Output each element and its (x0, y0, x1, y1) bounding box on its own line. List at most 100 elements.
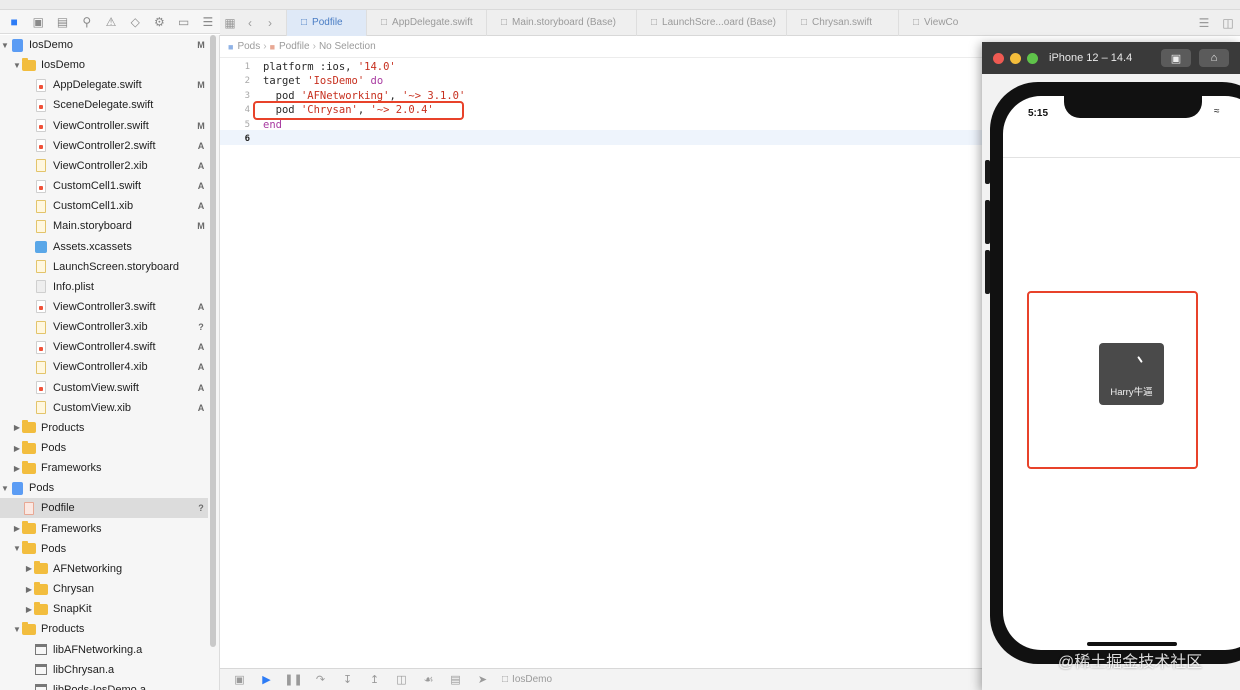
navigator-row[interactable]: CustomCell1.xib A (0, 196, 208, 216)
tab-1[interactable]: □ AppDelegate.swift (366, 9, 486, 36)
navigator-row[interactable]: ViewController4.swift A (0, 337, 208, 357)
navigator-row[interactable]: AppDelegate.swift M (0, 75, 208, 95)
report-navigator-icon[interactable]: ☰ (196, 12, 220, 32)
code-line[interactable]: platform :ios, '14.0' (263, 60, 396, 74)
navigator-row[interactable]: Assets.xcassets (0, 237, 208, 257)
breadcrumb-item-selection[interactable]: No Selection (319, 41, 376, 52)
screenshot-button[interactable]: ▣ (1161, 49, 1191, 67)
lib-icon (34, 664, 48, 676)
navigator-row-label: Pods (41, 542, 67, 555)
navigator-row[interactable]: ▶ Chrysan (0, 579, 208, 599)
navigator-row[interactable]: ▼ Pods (0, 539, 208, 559)
step-out-icon[interactable]: ↥ (361, 673, 388, 686)
navigator-row[interactable]: ViewController2.xib A (0, 156, 208, 176)
add-editor-icon[interactable]: ◫ (1216, 16, 1240, 30)
folder-icon (22, 420, 36, 434)
navigator-row[interactable]: ▼ IosDemo (0, 55, 208, 75)
navigator-row[interactable]: ▶ SnapKit (0, 599, 208, 619)
view-hierarchy-icon[interactable]: ◫ (388, 673, 415, 686)
step-over-icon[interactable]: ↷ (307, 673, 334, 686)
breadcrumb-item-pods[interactable]: Pods (237, 41, 260, 52)
app-icon: □ (502, 674, 509, 685)
editor-options-icon[interactable]: ☰ (1192, 16, 1216, 30)
symbol-navigator-icon[interactable]: ▤ (50, 12, 74, 32)
navigator-row[interactable]: libChrysan.a (0, 660, 208, 680)
disclosure-triangle-icon[interactable]: ▶ (12, 464, 22, 473)
close-window-icon[interactable] (993, 52, 1004, 64)
navigator-row[interactable]: ViewController.swift M (0, 116, 208, 136)
breakpoints-toggle-icon[interactable]: ▶ (253, 673, 280, 686)
tab-5[interactable]: □ ViewContr (898, 9, 958, 36)
related-items-icon[interactable]: ▦ (220, 12, 240, 34)
ring-switch (985, 160, 990, 184)
navigator-row[interactable]: libAFNetworking.a (0, 640, 208, 660)
breadcrumb-separator-icon: › (263, 41, 267, 52)
disclosure-triangle-icon[interactable]: ▼ (0, 484, 10, 493)
scm-status-badge: A (197, 342, 205, 353)
minimize-window-icon[interactable] (1010, 52, 1021, 64)
tab-4[interactable]: □ Chrysan.swift (786, 9, 898, 36)
navigator-row[interactable]: ▼ Pods (0, 478, 208, 498)
disclosure-triangle-icon[interactable]: ▼ (12, 625, 22, 634)
tab-0[interactable]: □ Podfile (286, 9, 366, 36)
navigator-row[interactable]: ViewController2.swift A (0, 136, 208, 156)
tab-3[interactable]: □ LaunchScre...oard (Base) (636, 9, 786, 36)
zoom-window-icon[interactable] (1027, 52, 1038, 64)
breadcrumb-item-podfile[interactable]: Podfile (279, 41, 310, 52)
home-button[interactable]: ⌂ (1199, 49, 1229, 67)
navigator-row[interactable]: ViewController3.xib? (0, 317, 208, 337)
navigator-row[interactable]: CustomCell1.swift A (0, 176, 208, 196)
window-top-strip (0, 0, 1240, 10)
hide-debug-area-icon[interactable]: ▣ (226, 673, 253, 686)
disclosure-triangle-icon[interactable]: ▶ (24, 605, 34, 614)
find-navigator-icon[interactable]: ⚲ (75, 12, 99, 32)
memory-graph-icon[interactable]: ☙ (415, 673, 442, 686)
scheme-selector[interactable]: □ IosDemo (502, 674, 552, 685)
navigator-row[interactable]: LaunchScreen.storyboard (0, 257, 208, 277)
navigator-row[interactable]: ▶ Pods (0, 438, 208, 458)
navigator-row[interactable]: ViewController3.swift A (0, 297, 208, 317)
navigator-row[interactable]: Podfile? (0, 498, 208, 519)
disclosure-triangle-icon[interactable]: ▶ (24, 564, 34, 573)
disclosure-triangle-icon[interactable]: ▼ (12, 544, 22, 553)
navigator-row[interactable]: ▶ Products (0, 418, 208, 438)
navigator-row[interactable]: ▼ Products (0, 619, 208, 639)
navigator-row[interactable]: ▶ Frameworks (0, 458, 208, 478)
navigator-row[interactable]: CustomView.xib A (0, 398, 208, 418)
disclosure-triangle-icon[interactable]: ▼ (0, 41, 10, 50)
navigator-row[interactable]: SceneDelegate.swift (0, 95, 208, 115)
disclosure-triangle-icon[interactable]: ▶ (24, 585, 34, 594)
breakpoint-navigator-icon[interactable]: ▭ (172, 12, 196, 32)
environment-overrides-icon[interactable]: ▤ (442, 673, 469, 686)
simulate-location-icon[interactable]: ➤ (469, 673, 496, 686)
source-control-navigator-icon[interactable]: ▣ (26, 12, 50, 32)
disclosure-triangle-icon[interactable]: ▶ (12, 444, 22, 453)
project-navigator-icon[interactable]: ■ (2, 12, 26, 32)
pause-icon[interactable]: ❚❚ (280, 673, 307, 686)
forward-chevron-icon[interactable]: › (260, 12, 280, 34)
scm-status-badge: ? (198, 322, 204, 333)
swift-icon (34, 119, 48, 133)
test-navigator-icon[interactable]: ◇ (123, 12, 147, 32)
step-into-icon[interactable]: ↧ (334, 673, 361, 686)
code-line[interactable]: target 'IosDemo' do (263, 74, 383, 88)
tab-2[interactable]: □ Main.storyboard (Base) (486, 9, 636, 36)
disclosure-triangle-icon[interactable]: ▶ (12, 524, 22, 533)
disclosure-triangle-icon[interactable]: ▶ (12, 423, 22, 432)
navigator-row[interactable]: CustomView.swift A (0, 378, 208, 398)
folder-icon (22, 57, 36, 71)
issue-navigator-icon[interactable]: ⚠ (99, 12, 123, 32)
navigator-row[interactable]: ViewController4.xib A (0, 357, 208, 377)
navigator-row-label: libChrysan.a (53, 663, 115, 676)
navigator-row[interactable]: ▶ Frameworks (0, 519, 208, 539)
navigator-row[interactable]: Info.plist (0, 277, 208, 297)
debug-navigator-icon[interactable]: ⚙ (147, 12, 171, 32)
navigator-row[interactable]: Main.storyboard M (0, 216, 208, 236)
line-number: 4 (244, 105, 250, 116)
navigator-scrollbar[interactable] (210, 35, 216, 647)
back-chevron-icon[interactable]: ‹ (240, 12, 260, 34)
disclosure-triangle-icon[interactable]: ▼ (12, 61, 22, 70)
navigator-row[interactable]: ▼ IosDemo M (0, 35, 208, 55)
navigator-row[interactable]: ▶ AFNetworking (0, 559, 208, 579)
navigator-row[interactable]: libPods-IosDemo.a (0, 680, 208, 690)
